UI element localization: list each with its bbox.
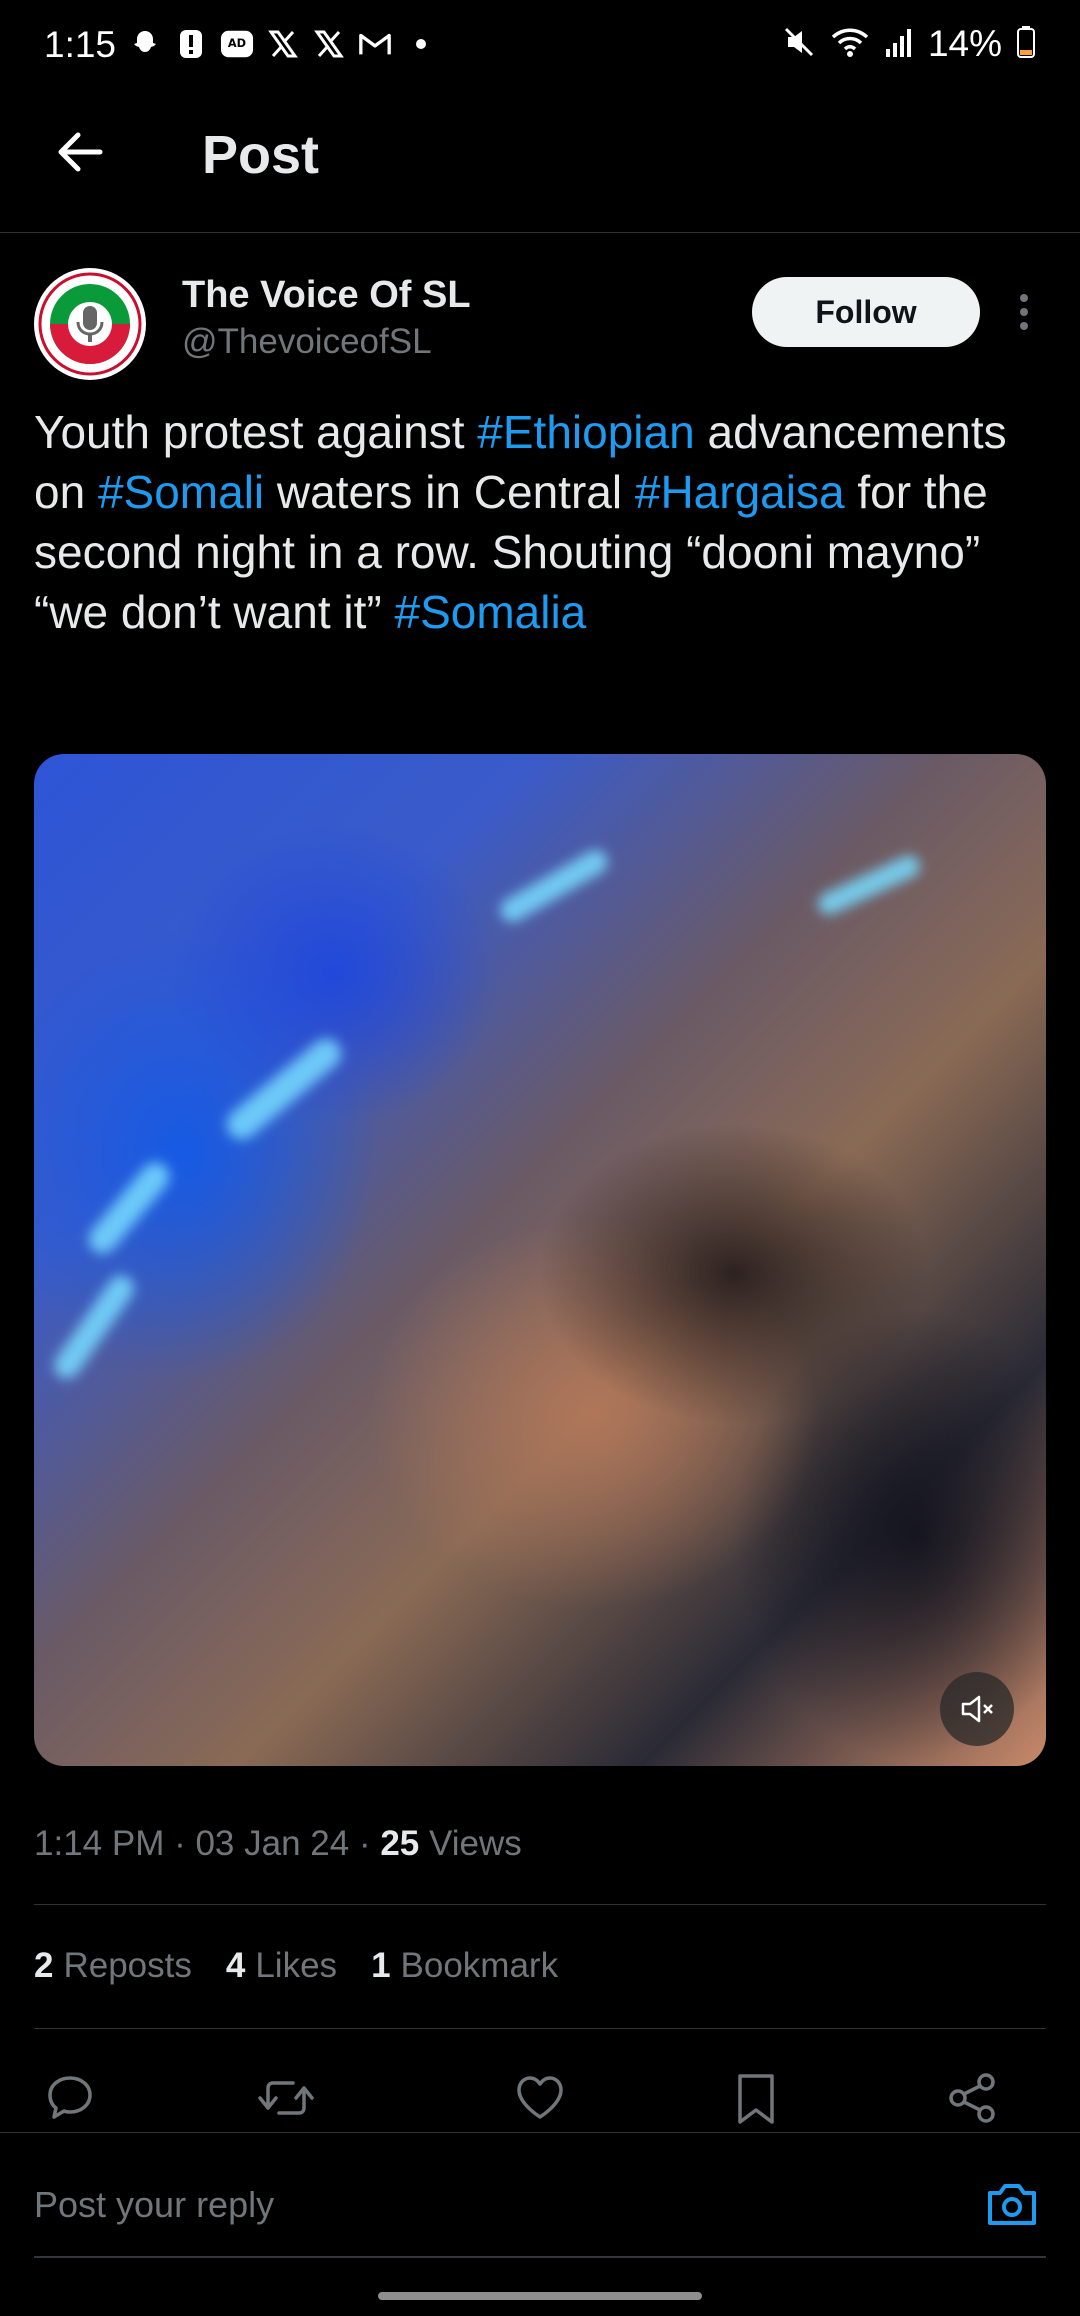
voice-of-sl-logo-icon bbox=[36, 270, 144, 378]
reposts-count: 2 bbox=[34, 1946, 54, 1985]
bookmark-icon bbox=[738, 2074, 774, 2124]
bookmarks-count: 1 bbox=[371, 1946, 391, 1985]
video-frame-highlight bbox=[496, 845, 612, 927]
status-time: 1:15 bbox=[44, 24, 117, 65]
hashtag-link[interactable]: #Ethiopian bbox=[477, 406, 694, 458]
likes-label: Likes bbox=[255, 1946, 338, 1985]
more-vertical-icon bbox=[1020, 294, 1028, 330]
mute-icon bbox=[782, 25, 816, 64]
bookmarks-stat[interactable]: 1 Bookmark bbox=[371, 1946, 558, 1986]
repost-button[interactable] bbox=[250, 2062, 322, 2134]
avatar[interactable] bbox=[34, 268, 146, 380]
notification-icons: AD bbox=[128, 24, 438, 64]
video-frame-highlight bbox=[82, 1156, 176, 1260]
views-count: 25 bbox=[380, 1824, 420, 1863]
post-text-segment: Youth protest against bbox=[34, 406, 478, 458]
top-app-bar bbox=[0, 96, 1080, 233]
hashtag-link[interactable]: #Somali bbox=[98, 466, 264, 518]
divider bbox=[34, 1904, 1046, 1905]
bookmarks-label: Bookmark bbox=[400, 1946, 559, 1985]
reposts-stat[interactable]: 2 Reposts bbox=[34, 1946, 192, 1986]
hashtag-link[interactable]: #Somalia bbox=[394, 586, 586, 638]
alert-icon bbox=[174, 27, 208, 61]
camera-icon bbox=[988, 2184, 1036, 2225]
speaker-muted-icon bbox=[961, 1695, 993, 1723]
follow-button[interactable]: Follow bbox=[752, 277, 980, 347]
share-icon bbox=[949, 2073, 995, 2123]
x-icon bbox=[312, 27, 346, 61]
home-indicator[interactable] bbox=[378, 2292, 702, 2300]
video-frame-highlight bbox=[48, 1270, 140, 1384]
battery-icon bbox=[1016, 25, 1036, 64]
share-button[interactable] bbox=[936, 2062, 1008, 2134]
engagement-stats: 2 Reposts 4 Likes 1 Bookmark bbox=[34, 1946, 558, 1986]
video-frame-highlight bbox=[220, 1032, 348, 1146]
reposts-label: Reposts bbox=[63, 1946, 192, 1985]
reply-button[interactable] bbox=[34, 2062, 106, 2134]
action-bar bbox=[34, 2062, 1046, 2134]
snapchat-icon bbox=[128, 27, 162, 61]
video-player[interactable] bbox=[34, 754, 1046, 1766]
post-time: 1:14 PM bbox=[34, 1824, 165, 1863]
bookmark-button[interactable] bbox=[720, 2062, 792, 2134]
dot-icon bbox=[404, 27, 438, 61]
comment-icon bbox=[48, 2076, 92, 2119]
meta-separator: · bbox=[164, 1824, 196, 1863]
wifi-icon bbox=[830, 25, 870, 64]
meta-separator: · bbox=[349, 1824, 381, 1863]
ad-blocker-icon: AD bbox=[220, 27, 254, 61]
more-options-button[interactable] bbox=[1004, 284, 1044, 340]
x-icon bbox=[266, 27, 300, 61]
camera-button[interactable] bbox=[982, 2176, 1042, 2232]
like-button[interactable] bbox=[504, 2062, 576, 2134]
gmail-icon bbox=[358, 27, 392, 61]
system-status-icons: 14% bbox=[782, 23, 1036, 64]
signal-icon bbox=[884, 25, 914, 64]
divider bbox=[34, 2028, 1046, 2029]
reply-underline bbox=[34, 2256, 1046, 2258]
arrow-left-icon bbox=[58, 132, 103, 172]
back-button[interactable] bbox=[48, 120, 112, 184]
likes-stat[interactable]: 4 Likes bbox=[226, 1946, 337, 1986]
post-date: 03 Jan 24 bbox=[195, 1824, 350, 1863]
author-handle[interactable]: @ThevoiceofSL bbox=[182, 322, 432, 362]
svg-text:AD: AD bbox=[228, 36, 246, 50]
repost-icon bbox=[258, 2081, 314, 2115]
post-timestamp: 1:14 PM · 03 Jan 24 · 25 Views bbox=[34, 1824, 522, 1864]
reply-input[interactable] bbox=[34, 2172, 934, 2238]
unmute-button[interactable] bbox=[940, 1672, 1014, 1746]
hashtag-link[interactable]: #Hargaisa bbox=[635, 466, 845, 518]
heart-icon bbox=[517, 2076, 563, 2119]
likes-count: 4 bbox=[225, 1946, 246, 1985]
post-text: Youth protest against #Ethiopian advance… bbox=[34, 402, 1044, 642]
video-frame-highlight bbox=[814, 851, 924, 919]
post-text-segment: waters in Central bbox=[264, 466, 635, 518]
battery-percentage: 14% bbox=[927, 23, 1002, 64]
views-label: Views bbox=[429, 1824, 522, 1863]
page-title: Post bbox=[202, 125, 320, 185]
author-name[interactable]: The Voice Of SL bbox=[182, 274, 471, 317]
